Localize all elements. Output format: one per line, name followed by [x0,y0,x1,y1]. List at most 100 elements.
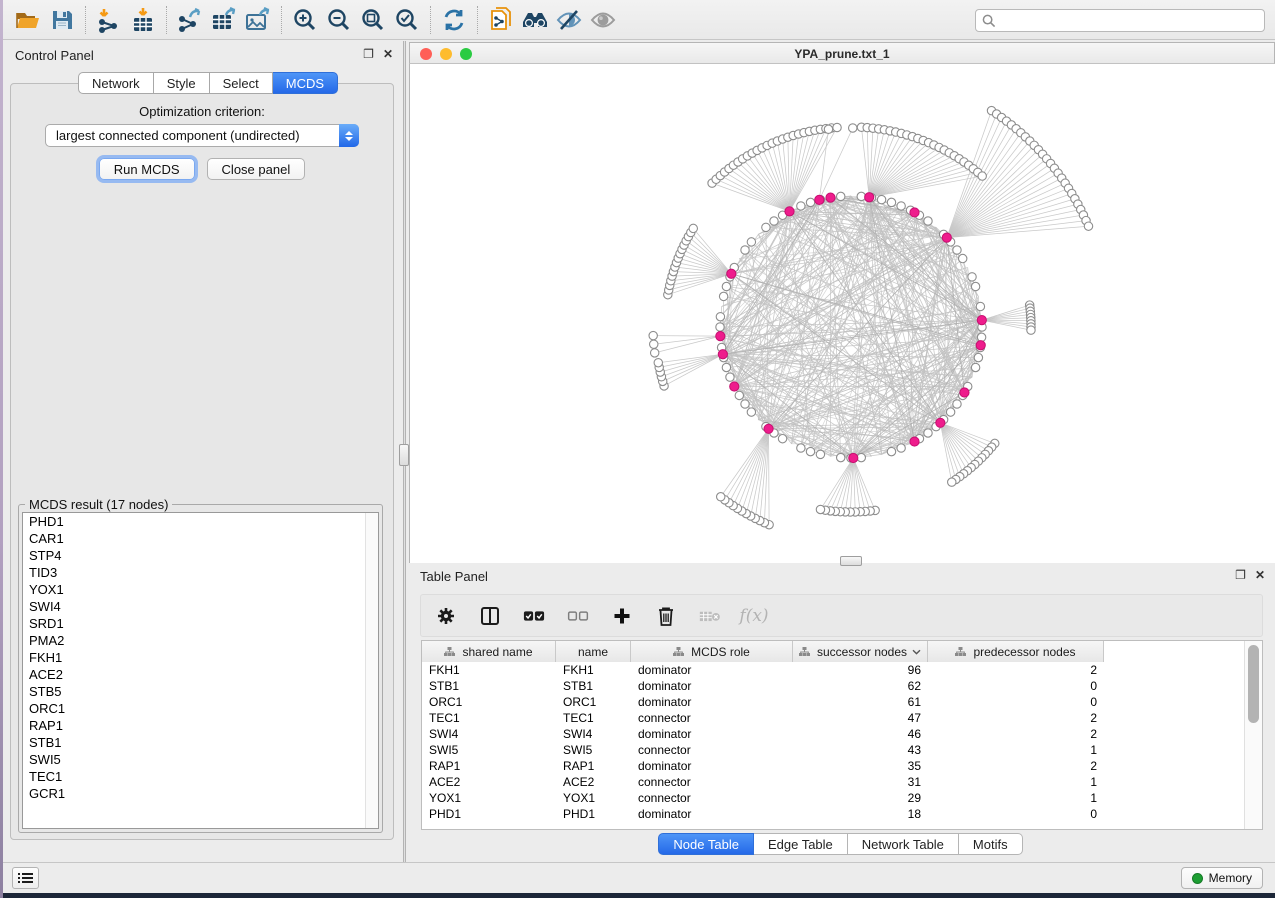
graph-node[interactable] [654,359,662,367]
table-row[interactable]: RAP1RAP1dominator352 [422,758,1244,774]
graph-node[interactable] [650,340,658,348]
graph-node[interactable] [806,447,814,455]
mcds-result-item[interactable]: YOX1 [23,581,378,598]
graph-node[interactable] [897,444,905,452]
graph-node[interactable] [816,505,824,513]
graph-node[interactable] [747,408,755,416]
delete-table-icon[interactable] [699,605,721,627]
graph-node[interactable] [741,246,749,254]
graph-node[interactable] [806,198,814,206]
graph-node[interactable] [978,172,986,180]
deselect-all-rows-icon[interactable] [567,605,589,627]
table-row[interactable]: FKH1FKH1dominator962 [422,662,1244,678]
graph-node[interactable] [924,217,932,225]
graph-node[interactable] [797,202,805,210]
search-input[interactable] [1001,14,1258,28]
graph-node-selected[interactable] [727,269,736,278]
table-scrollbar[interactable] [1244,641,1262,829]
network-graph[interactable] [410,64,1275,563]
open-file-icon[interactable] [11,4,45,36]
mcds-result-item[interactable]: TID3 [23,564,378,581]
float-panel-icon[interactable]: ❐ [363,47,374,61]
graph-node[interactable] [974,353,982,361]
table-row[interactable]: ORC1ORC1dominator610 [422,694,1244,710]
graph-node[interactable] [650,349,658,357]
graph-node[interactable] [722,282,730,290]
graph-node-selected[interactable] [960,388,969,397]
table-row[interactable]: SWI4SWI4dominator462 [422,726,1244,742]
graph-node[interactable] [778,434,786,442]
graph-node[interactable] [816,450,824,458]
table-row[interactable]: STB1STB1dominator620 [422,678,1244,694]
mcds-result-item[interactable]: PMA2 [23,632,378,649]
table-row[interactable]: ACE2ACE2connector311 [422,774,1244,790]
graph-node[interactable] [971,282,979,290]
panel-menu-button[interactable] [12,867,39,889]
mcds-result-item[interactable]: ORC1 [23,700,378,717]
graph-node-selected[interactable] [976,341,985,350]
horizontal-splitter-handle[interactable] [840,556,862,566]
network-window-titlebar[interactable]: YPA_prune.txt_1 [409,42,1275,64]
column-header-successor-nodes[interactable]: successor nodes [793,641,928,662]
graph-node-selected[interactable] [910,208,919,217]
graph-node[interactable] [770,217,778,225]
close-table-panel-icon[interactable]: ✕ [1255,568,1265,582]
table-scrollbar-thumb[interactable] [1248,645,1259,723]
graph-node-selected[interactable] [718,350,727,359]
mcds-result-item[interactable]: FKH1 [23,649,378,666]
graph-node[interactable] [716,313,724,321]
column-header-name[interactable]: name [556,641,631,662]
graph-node[interactable] [958,254,966,262]
zoom-fit-icon[interactable] [356,4,390,36]
graph-node-selected[interactable] [815,195,824,204]
network-search-box[interactable] [975,9,1265,32]
graph-node[interactable] [762,223,770,231]
graph-node[interactable] [849,124,857,132]
zoom-in-icon[interactable] [288,4,322,36]
zoom-selected-icon[interactable] [390,4,424,36]
column-layout-icon[interactable] [479,605,501,627]
close-panel-button[interactable]: Close panel [207,158,306,180]
control-tab-network[interactable]: Network [78,72,154,94]
graph-node[interactable] [726,373,734,381]
function-builder-icon[interactable]: f(x) [743,605,765,627]
export-image-icon[interactable] [241,4,275,36]
mcds-result-item[interactable]: PHD1 [23,513,378,530]
graph-node-selected[interactable] [826,193,835,202]
table-tab-network-table[interactable]: Network Table [848,833,959,855]
graph-node[interactable] [719,292,727,300]
graph-node[interactable] [976,302,984,310]
graph-node-selected[interactable] [716,332,725,341]
refresh-layout-icon[interactable] [437,4,471,36]
control-tab-select[interactable]: Select [210,72,273,94]
save-session-icon[interactable] [45,4,79,36]
import-table-icon[interactable] [126,4,160,36]
graph-node[interactable] [948,478,956,486]
graph-node[interactable] [824,125,832,133]
graph-node[interactable] [887,447,895,455]
mcds-result-item[interactable]: STB1 [23,734,378,751]
graph-node[interactable] [741,400,749,408]
mcds-result-item[interactable]: GCR1 [23,785,378,802]
graph-node-selected[interactable] [977,316,986,325]
zoom-out-icon[interactable] [322,4,356,36]
mcds-result-item[interactable]: STB5 [23,683,378,700]
table-tab-node-table[interactable]: Node Table [658,833,754,855]
graph-node[interactable] [649,331,657,339]
mcds-result-list[interactable]: PHD1CAR1STP4TID3YOX1SWI4SRD1PMA2FKH1ACE2… [22,512,379,829]
mcds-result-item[interactable]: CAR1 [23,530,378,547]
vertical-splitter-handle[interactable] [399,444,409,466]
graph-node[interactable] [946,408,954,416]
mcds-result-item[interactable]: SRD1 [23,615,378,632]
optimization-criterion-select[interactable]: largest connected component (undirected) [45,124,359,147]
search-network-icon[interactable] [518,4,552,36]
mcds-result-item[interactable]: STP4 [23,547,378,564]
column-header-shared-name[interactable]: shared name [422,641,556,662]
float-table-panel-icon[interactable]: ❐ [1235,568,1246,582]
graph-node[interactable] [953,400,961,408]
graph-node[interactable] [833,123,841,131]
graph-node[interactable] [722,363,730,371]
graph-node[interactable] [747,238,755,246]
table-row[interactable]: TEC1TEC1connector472 [422,710,1244,726]
graph-node[interactable] [837,192,845,200]
